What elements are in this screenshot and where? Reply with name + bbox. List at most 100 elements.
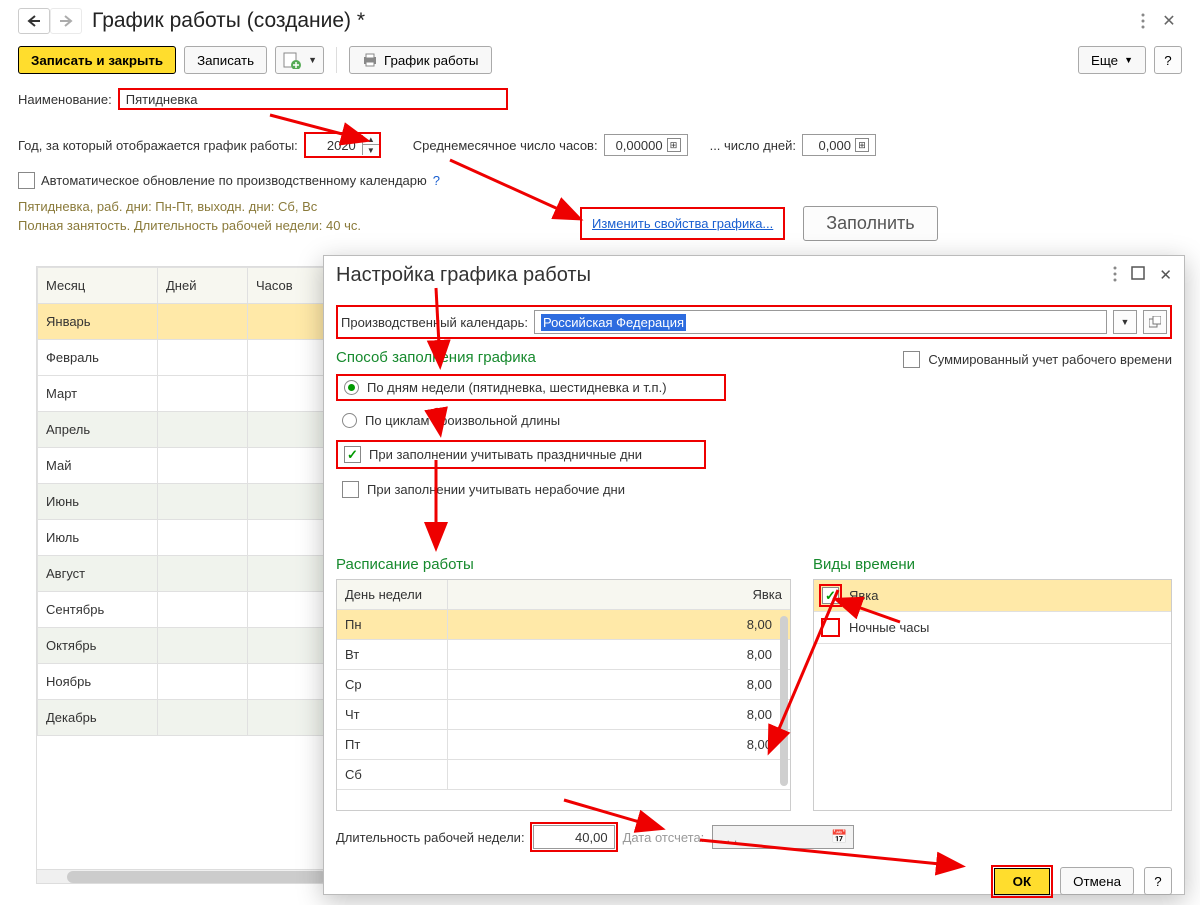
schedule-row[interactable]: Пт8,00 [337,730,790,760]
presence-col-header[interactable]: Явка [447,580,790,610]
week-length-label: Длительность рабочей недели: [336,830,525,845]
avg-days-input[interactable]: 0,000 ⊞ [802,134,876,156]
schedule-row[interactable]: Ср8,00 [337,670,790,700]
dialog-maximize-icon[interactable] [1131,266,1145,285]
fill-by-weekdays-label: По дням недели (пятидневка, шестидневка … [367,380,667,395]
change-properties-link[interactable]: Изменить свойства графика... [592,216,773,231]
calendar-value: Российская Федерация [541,314,686,331]
auto-update-help[interactable]: ? [433,173,440,188]
name-input[interactable]: Пятидневка [118,88,508,110]
year-spin-down[interactable]: ▼ [363,145,379,155]
month-row[interactable]: Апрель [38,412,337,448]
close-icon[interactable]: ✕ [1156,8,1182,34]
name-label: Наименование: [18,92,112,107]
days-col-header[interactable]: Дней [158,268,248,304]
dialog-title: Настройка графика работы [336,264,591,287]
year-spin-up[interactable]: ▲ [363,135,379,145]
year-value: 2020 [327,138,356,153]
consider-nonwork-label: При заполнении учитывать нерабочие дни [367,482,625,497]
schedule-settings-dialog: Настройка графика работы ✕ Производствен… [323,255,1185,895]
month-row[interactable]: Октябрь [38,628,337,664]
fill-button[interactable]: Заполнить [803,206,937,241]
calendar-label: Производственный календарь: [341,315,528,330]
month-col-header[interactable]: Месяц [38,268,158,304]
horizontal-scrollbar[interactable] [37,869,337,883]
month-row[interactable]: Июнь [38,484,337,520]
cancel-button[interactable]: Отмена [1060,867,1134,895]
fill-method-heading: Способ заполнения графика [336,349,863,366]
month-row[interactable]: Август [38,556,337,592]
month-row[interactable]: Февраль [38,340,337,376]
schedule-row[interactable]: Вт8,00 [337,640,790,670]
open-link-icon [1149,316,1161,328]
avg-hours-input[interactable]: 0,00000 ⊞ [604,134,688,156]
calculator-icon[interactable]: ⊞ [667,138,681,152]
schedule-table: День недели Явка Пн8,00Вт8,00Ср8,00Чт8,0… [337,580,790,790]
year-label: Год, за который отображается график рабо… [18,138,298,153]
calculator-icon[interactable]: ⊞ [855,138,869,152]
day-col-header[interactable]: День недели [337,580,447,610]
fill-by-cycles-label: По циклам произвольной длины [365,413,560,428]
time-type-night-checkbox[interactable] [822,619,839,636]
consider-holidays-checkbox[interactable] [344,446,361,463]
calendar-dropdown-button[interactable]: ▼ [1113,310,1137,334]
dialog-menu-icon[interactable] [1113,266,1117,285]
consider-nonwork-checkbox[interactable] [342,481,359,498]
fill-by-cycles-radio[interactable] [342,413,357,428]
auto-update-label: Автоматическое обновление по производств… [41,173,427,188]
calendar-open-button[interactable] [1143,310,1167,334]
arrow-left-icon [27,15,41,27]
consider-holidays-label: При заполнении учитывать праздничные дни [369,447,642,462]
sum-accounting-label: Суммированный учет рабочего времени [928,352,1172,367]
nav-back-button[interactable] [18,8,50,34]
schedule-heading: Расписание работы [336,556,791,573]
scroll-thumb[interactable] [67,871,327,883]
month-row[interactable]: Январь [38,304,337,340]
schedule-row[interactable]: Чт8,00 [337,700,790,730]
avg-hours-label: Среднемесячное число часов: [413,138,598,153]
more-button-label: Еще [1091,53,1118,68]
page-title: График работы (создание) * [92,9,365,33]
schedule-row[interactable]: Сб [337,760,790,790]
schedule-row[interactable]: Пн8,00 [337,610,790,640]
name-input-value: Пятидневка [126,92,198,107]
print-schedule-button[interactable]: График работы [349,46,492,74]
window-menu-icon[interactable] [1130,8,1156,34]
week-length-value: 40,00 [575,830,608,845]
document-plus-icon [282,51,302,69]
calendar-input[interactable]: Российская Федерация [534,310,1107,334]
dialog-close-icon[interactable]: ✕ [1159,266,1172,285]
time-type-presence-checkbox[interactable] [822,587,839,604]
avg-days-value: 0,000 [818,138,851,153]
help-button[interactable]: ? [1154,46,1182,74]
reference-date-value: . . . [719,830,737,845]
month-row[interactable]: Сентябрь [38,592,337,628]
fill-by-weekdays-radio[interactable] [344,380,359,395]
nav-forward-button[interactable] [50,8,82,34]
attachments-dropdown-button[interactable]: ▼ [275,46,324,74]
month-row[interactable]: Июль [38,520,337,556]
calendar-icon: 📅 [831,829,847,845]
month-row[interactable]: Май [38,448,337,484]
save-and-close-button[interactable]: Записать и закрыть [18,46,176,74]
month-row[interactable]: Декабрь [38,700,337,736]
dialog-help-button[interactable]: ? [1144,867,1172,895]
avg-days-label: ... число дней: [710,138,796,153]
auto-update-checkbox[interactable] [18,172,35,189]
reference-date-label: Дата отсчета: [623,830,705,845]
save-button[interactable]: Записать [184,46,267,74]
reference-date-input: . . . 📅 [712,825,854,849]
year-input[interactable]: 2020 [306,134,362,156]
ok-button[interactable]: ОК [994,868,1051,895]
time-type-night-label: Ночные часы [849,620,929,635]
arrow-right-icon [59,15,73,27]
month-table: Месяц Дней Часов ЯнварьФевральМартАпрель… [37,267,337,736]
more-button[interactable]: Еще ▼ [1078,46,1146,74]
sum-accounting-checkbox[interactable] [903,351,920,368]
week-length-input[interactable]: 40,00 [533,825,615,849]
printer-icon [362,53,378,67]
month-row[interactable]: Март [38,376,337,412]
month-row[interactable]: Ноябрь [38,664,337,700]
print-button-label: График работы [384,53,479,68]
schedule-scrollbar[interactable] [780,616,788,786]
